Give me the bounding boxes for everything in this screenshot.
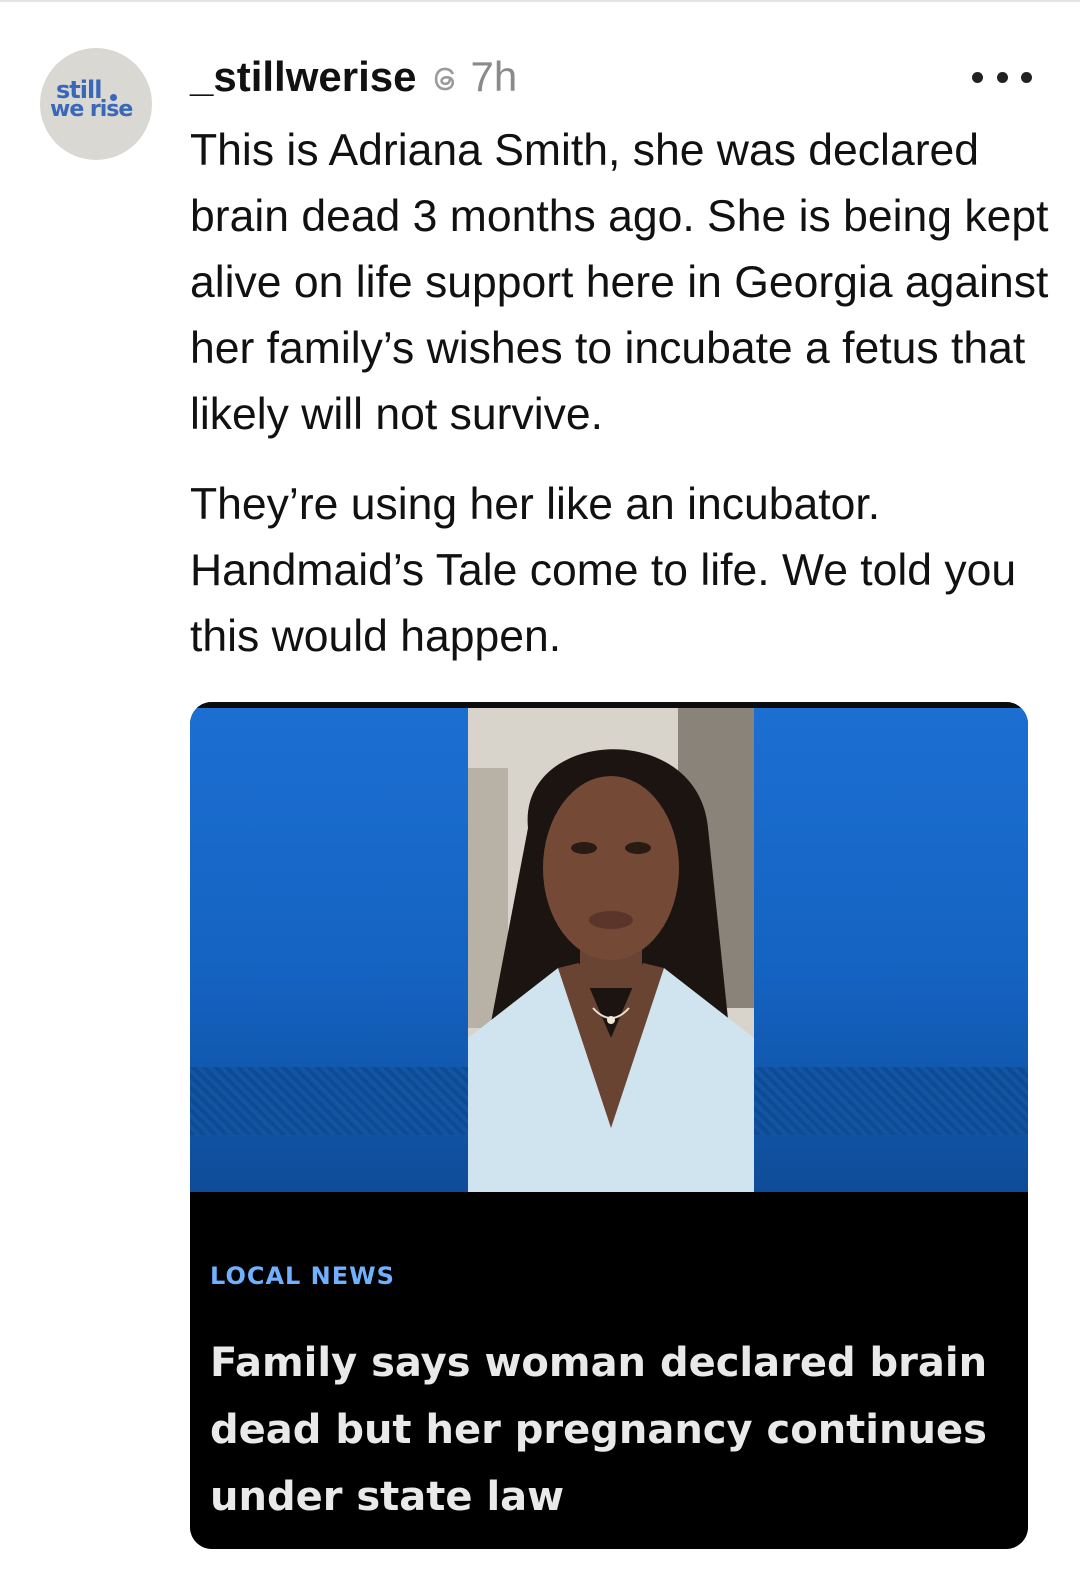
ellipsis-icon xyxy=(972,71,983,83)
news-caption: LOCAL NEWS Family says woman declared br… xyxy=(190,1192,1028,1549)
top-divider xyxy=(0,0,1080,2)
more-options-button[interactable] xyxy=(972,62,1032,92)
avatar[interactable]: still we rise xyxy=(40,48,152,160)
ellipsis-icon xyxy=(996,71,1008,83)
threads-logo-icon xyxy=(435,67,455,91)
logo-text-we-rise: we rise xyxy=(50,97,133,122)
still-we-rise-logo: still we rise xyxy=(48,74,144,134)
news-image xyxy=(190,702,1028,1192)
username[interactable]: _stillwerise xyxy=(190,53,416,101)
post-header: _stillwerise 7h xyxy=(190,52,517,102)
post-paragraph: This is Adriana Smith, she was declared … xyxy=(190,126,1049,439)
post-paragraph: They’re using her like an incubator. Han… xyxy=(190,480,1017,661)
portrait-illustration xyxy=(468,708,754,1192)
news-category-label: LOCAL NEWS xyxy=(210,1262,395,1290)
post-text: This is Adriana Smith, she was declared … xyxy=(190,118,1050,670)
ellipsis-icon xyxy=(1021,71,1032,83)
post-timestamp: 7h xyxy=(470,53,518,100)
news-link-card[interactable]: LOCAL NEWS Family says woman declared br… xyxy=(190,702,1028,1549)
portrait-photo xyxy=(468,708,754,1192)
news-headline: Family says woman declared brain dead bu… xyxy=(210,1340,988,1520)
